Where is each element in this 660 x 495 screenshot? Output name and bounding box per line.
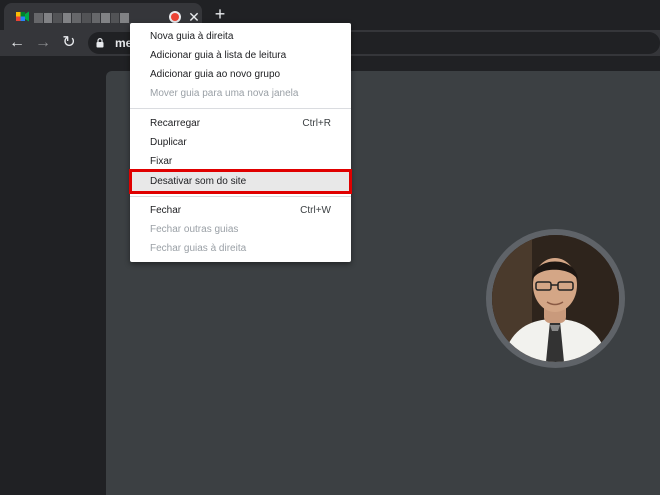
menu-item-move-to-new-window: Mover guia para uma nova janela: [150, 88, 299, 99]
google-meet-icon: [16, 11, 29, 22]
back-button[interactable]: ←: [7, 33, 27, 53]
participant-photo: [492, 235, 619, 362]
reload-button[interactable]: ↻: [59, 33, 79, 53]
menu-item-close-tabs-right: Fechar guias à direita: [150, 243, 247, 254]
menu-item-close-other-tabs: Fechar outras guias: [150, 224, 239, 235]
participant-avatar: [486, 229, 625, 368]
menu-item-duplicate[interactable]: Duplicar: [130, 133, 351, 152]
menu-item-add-to-new-group[interactable]: Adicionar guia ao novo grupo: [130, 65, 351, 84]
new-tab-button[interactable]: +: [211, 4, 229, 24]
menu-separator: [130, 196, 351, 197]
forward-button[interactable]: →: [33, 33, 53, 53]
lock-icon: [96, 38, 104, 48]
tab-context-menu: Nova guia à direita Adicionar guia à lis…: [130, 23, 351, 262]
tab-title-blurred: [34, 13, 129, 23]
recording-dot-icon: [169, 11, 181, 23]
menu-item-add-to-reading-list[interactable]: Adicionar guia à lista de leitura: [130, 46, 351, 65]
menu-item-reload[interactable]: Recarregar Ctrl+R: [130, 114, 351, 133]
menu-item-new-tab-right[interactable]: Nova guia à direita: [130, 27, 351, 46]
menu-separator: [130, 108, 351, 109]
highlight-annotation-box: [129, 169, 352, 194]
menu-item-close[interactable]: Fechar Ctrl+W: [130, 201, 351, 220]
